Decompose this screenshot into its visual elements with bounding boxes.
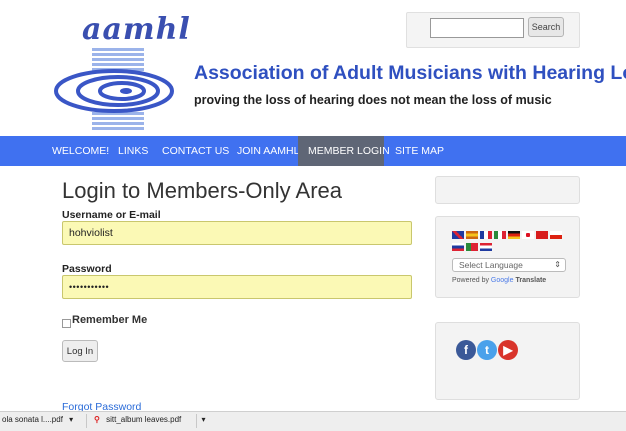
download-item-name: sitt_album leaves.pdf — [106, 415, 182, 424]
flag-croatia-icon[interactable] — [480, 243, 492, 251]
main-nav: WELCOME! LINKS CONTACT US JOIN AAMHL MEM… — [0, 136, 626, 166]
logo-text[interactable]: aamhl — [82, 12, 191, 47]
flag-italy-icon[interactable] — [494, 231, 506, 239]
downloads-bar: ola sonata l....pdf ▾ ⚲ sitt_album leave… — [0, 411, 626, 431]
flag-china-icon[interactable] — [536, 231, 548, 239]
remember-me-label[interactable]: Remember Me — [72, 314, 147, 326]
flag-spain-icon[interactable] — [466, 231, 478, 239]
username-field[interactable]: hohviolist — [62, 221, 412, 245]
password-field[interactable]: ••••••••••• — [62, 275, 412, 299]
select-language-value: Select Language — [459, 260, 523, 270]
nav-links[interactable]: LINKS — [114, 136, 152, 166]
divider — [86, 414, 87, 428]
facebook-icon[interactable]: f — [456, 340, 476, 360]
remember-me-checkbox[interactable] — [62, 319, 71, 328]
flag-portugal-icon[interactable] — [466, 243, 478, 251]
twitter-icon[interactable]: t — [477, 340, 497, 360]
powered-by-text: Powered by — [452, 277, 489, 284]
logo-ear-icon[interactable] — [52, 48, 176, 134]
translate-text: Translate — [515, 277, 547, 284]
password-label: Password — [62, 263, 112, 275]
select-language-dropdown[interactable]: Select Language ⇕ — [452, 258, 566, 272]
username-label: Username or E-mail — [62, 209, 161, 221]
flag-russia-icon[interactable] — [452, 243, 464, 251]
nav-member-login[interactable]: MEMBER LOGIN — [298, 136, 390, 166]
download-item[interactable]: ola sonata l....pdf ▾ — [2, 415, 73, 424]
search-button[interactable]: Search — [528, 17, 564, 37]
nav-contact-us[interactable]: CONTACT US — [158, 136, 233, 166]
flag-germany-icon[interactable] — [508, 231, 520, 239]
powered-by-google-translate[interactable]: Powered by Google Translate — [452, 277, 546, 284]
flag-japan-icon[interactable] — [522, 231, 534, 239]
sidebar-widget-empty — [435, 176, 580, 204]
page-title: Login to Members-Only Area — [62, 178, 343, 203]
nav-join[interactable]: JOIN AAMHL — [233, 136, 303, 166]
chevron-down-icon[interactable]: ▾ — [69, 415, 73, 424]
pdf-file-icon: ⚲ — [94, 415, 100, 424]
download-item[interactable]: ⚲ sitt_album leaves.pdf ▾ — [94, 415, 206, 424]
language-flags — [452, 231, 572, 255]
search-input[interactable] — [430, 18, 524, 38]
chevron-down-icon[interactable]: ▾ — [201, 415, 205, 424]
flag-poland-icon[interactable] — [550, 231, 562, 239]
nav-welcome[interactable]: WELCOME! — [48, 136, 113, 166]
translate-widget — [435, 216, 580, 298]
nav-site-map[interactable]: SITE MAP — [391, 136, 448, 166]
download-item-name: ola sonata l....pdf — [2, 415, 63, 424]
social-widget — [435, 322, 580, 400]
flag-france-icon[interactable] — [480, 231, 492, 239]
divider — [196, 414, 197, 428]
site-tagline: proving the loss of hearing does not mea… — [194, 93, 552, 107]
youtube-icon[interactable]: ▶ — [498, 340, 518, 360]
login-button[interactable]: Log In — [62, 340, 98, 362]
google-logo-text: Google — [490, 277, 514, 284]
site-title: Association of Adult Musicians with Hear… — [194, 62, 626, 84]
dropdown-arrows-icon: ⇕ — [554, 260, 561, 269]
flag-uk-icon[interactable] — [452, 231, 464, 239]
